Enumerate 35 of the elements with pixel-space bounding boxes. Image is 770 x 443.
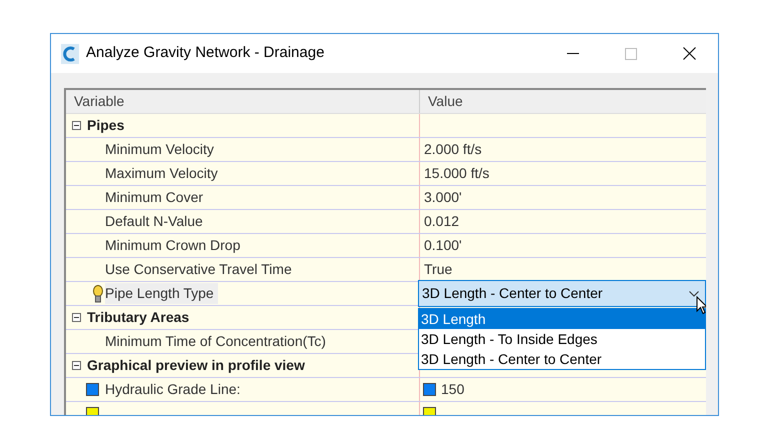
- value-text: 3.000': [424, 188, 462, 207]
- dropdown-option[interactable]: 3D Length - Center to Center: [419, 349, 705, 369]
- variable-label: Maximum Velocity: [105, 164, 218, 183]
- dropdown-option[interactable]: 3D Length - To Inside Edges: [419, 329, 705, 349]
- variable-label: Use Conservative Travel Time: [105, 260, 292, 279]
- value-text: 15.000 ft/s: [424, 164, 490, 183]
- variable-label: Pipe Length Type: [105, 283, 218, 304]
- minimize-icon: [567, 52, 579, 54]
- value-text: 150: [441, 380, 464, 399]
- collapse-icon[interactable]: [72, 361, 81, 370]
- variable-label: Minimum Time of Concentration(Tc): [105, 332, 326, 351]
- chevron-down-icon: [689, 290, 699, 296]
- group-label: Pipes: [87, 116, 124, 135]
- length-type-dropdown[interactable]: 3D Length - Center to Center: [418, 280, 706, 307]
- dropdown-option[interactable]: 3D Length: [419, 309, 705, 329]
- close-icon: [682, 47, 696, 60]
- collapse-icon[interactable]: [72, 313, 81, 322]
- value-text: 0.012: [424, 212, 460, 231]
- app-logo-icon: [61, 44, 79, 64]
- window-title: Analyze Gravity Network - Drainage: [86, 43, 324, 64]
- group-label: Tributary Areas: [87, 308, 190, 327]
- value-text: 0.100': [424, 236, 462, 255]
- maximize-icon: [625, 48, 637, 60]
- lightbulb-icon: [93, 284, 103, 302]
- variable-label: Minimum Crown Drop: [105, 236, 240, 255]
- collapse-icon[interactable]: [72, 121, 81, 130]
- variable-label: Default N-Value: [105, 212, 203, 231]
- group-label: Graphical preview in profile view: [87, 356, 305, 375]
- column-header[interactable]: Variable: [66, 90, 420, 113]
- value-text: True: [424, 260, 452, 279]
- column-header[interactable]: Value: [420, 90, 706, 113]
- variable-label: Minimum Cover: [105, 188, 204, 207]
- variable-label: Minimum Velocity: [105, 140, 214, 159]
- value-text: 2.000 ft/s: [424, 140, 482, 159]
- variable-label: Hydraulic Grade Line:: [105, 380, 240, 399]
